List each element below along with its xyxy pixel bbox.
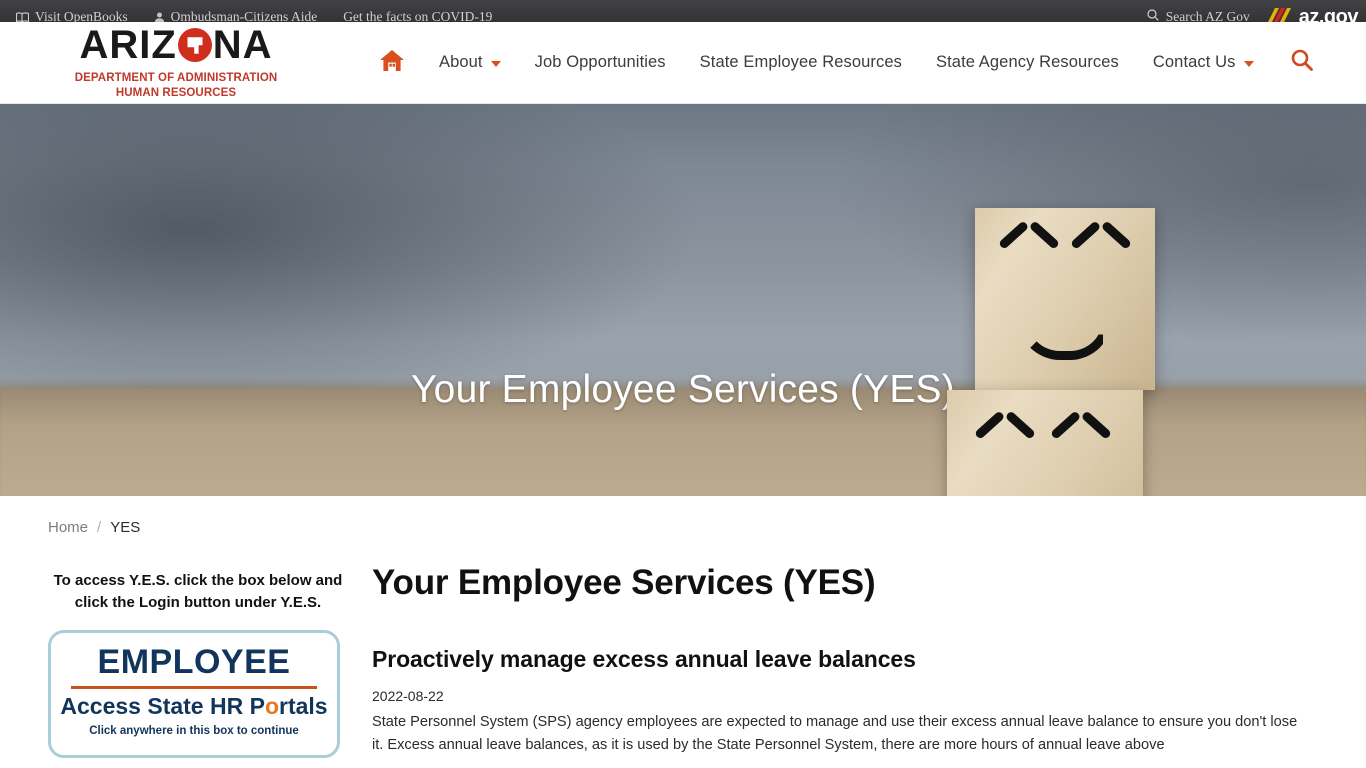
portal-subtitle-post: rtals (279, 692, 328, 719)
breadcrumb-separator: / (97, 518, 102, 536)
utility-top-bar: Visit OpenBooks Ombudsman-Citizens Aide … (0, 0, 1366, 22)
breadcrumb-home-link[interactable]: Home (48, 519, 88, 536)
portal-subtitle-accent: o (264, 692, 279, 719)
page-content: To access Y.E.S. click the box below and… (0, 558, 1366, 758)
nav-item-label: State Employee Resources (699, 53, 902, 71)
hero-title: Your Employee Services (YES) (411, 368, 955, 411)
main-column: Your Employee Services (YES) Proactively… (348, 558, 1318, 758)
portal-box-hint: Click anywhere in this box to continue (89, 724, 299, 737)
utility-links: Visit OpenBooks Ombudsman-Citizens Aide … (15, 4, 492, 22)
eye-right (1053, 432, 1109, 462)
home-icon (379, 49, 405, 77)
nav-item-state-agency-resources[interactable]: State Agency Resources (919, 53, 1136, 72)
portal-box-divider (71, 685, 317, 689)
az-gov-wordmark: az.gov (1298, 6, 1359, 22)
utility-search-az-gov[interactable]: Search AZ Gov (1147, 9, 1250, 22)
smiley-face-icon (947, 390, 1143, 496)
logo-word-part1: ARIZ (79, 23, 177, 68)
nav-item-state-employee-resources[interactable]: State Employee Resources (683, 53, 919, 72)
eye-left (1001, 242, 1057, 272)
header-search-button[interactable] (1271, 49, 1330, 76)
utility-link-covid[interactable]: Get the facts on COVID-19 (343, 10, 492, 22)
az-gov-logo-link[interactable]: az.gov (1267, 6, 1366, 22)
nav-item-label: Contact Us (1152, 53, 1236, 71)
site-logo[interactable]: ARIZ NA DEPARTMENT OF ADMINISTRATION HUM… (52, 25, 300, 100)
nav-item-label: Job Opportunities (534, 53, 666, 71)
post-heading: Proactively manage excess annual leave b… (372, 646, 916, 672)
post-body: State Personnel System (SPS) agency empl… (372, 714, 1298, 753)
portal-box-title: EMPLOYEE (97, 642, 291, 681)
page-title: Your Employee Services (YES) (372, 563, 876, 602)
utility-link-label: Get the facts on COVID-19 (343, 9, 493, 22)
wooden-block-smiley-bottom (947, 390, 1143, 496)
post-date: 2022-08-22 (372, 688, 444, 704)
breadcrumb-current: YES (110, 518, 141, 536)
logo-wordmark: ARIZ NA (79, 25, 272, 65)
chevron-down-icon (1243, 60, 1254, 67)
portal-subtitle-pre: Access State HR P (60, 692, 265, 719)
arizona-state-shape-icon (177, 28, 212, 63)
nav-item-home[interactable] (362, 49, 422, 77)
utility-search-label: Search AZ Gov (1165, 9, 1250, 22)
logo-word-part2: NA (212, 23, 273, 68)
openbooks-icon (15, 11, 30, 23)
employee-portal-box[interactable]: EMPLOYEE Access State HR Portals Click a… (48, 629, 340, 758)
search-icon (1291, 49, 1313, 76)
utility-link-label: Visit OpenBooks (35, 9, 128, 22)
sidebar: To access Y.E.S. click the box below and… (48, 558, 348, 758)
hero-banner: Your Employee Services (YES) (0, 104, 1366, 496)
nav-item-about[interactable]: About (422, 53, 518, 72)
wooden-block-smiley-top (975, 208, 1155, 390)
utility-link-openbooks[interactable]: Visit OpenBooks (15, 9, 128, 23)
nav-item-label: About (439, 53, 483, 71)
smiley-face-icon (975, 208, 1155, 390)
ombudsman-icon (154, 12, 165, 22)
portal-box-subtitle: Access State HR Portals (60, 692, 328, 719)
utility-link-label: Ombudsman-Citizens Aide (170, 9, 318, 22)
sidebar-access-note: To access Y.E.S. click the box below and… (53, 572, 343, 611)
breadcrumb: Home / YES (0, 496, 1366, 558)
nav-item-job-opportunities[interactable]: Job Opportunities (518, 53, 683, 72)
logo-subtitle-department: DEPARTMENT OF ADMINISTRATION (74, 72, 278, 85)
eye-right (1073, 242, 1129, 272)
eye-left (977, 432, 1033, 462)
search-icon (1147, 9, 1159, 22)
primary-navigation: About Job Opportunities State Employee R… (362, 49, 1330, 77)
utility-link-ombudsman[interactable]: Ombudsman-Citizens Aide (154, 9, 318, 22)
nav-item-contact-us[interactable]: Contact Us (1136, 53, 1271, 72)
az-flag-icon (1267, 6, 1294, 22)
utility-right-group: Search AZ Gov az.gov (1147, 0, 1366, 22)
nav-item-label: State Agency Resources (936, 53, 1119, 71)
site-header: ARIZ NA DEPARTMENT OF ADMINISTRATION HUM… (0, 22, 1366, 104)
chevron-down-icon (490, 60, 501, 67)
smile-mouth (1018, 318, 1112, 360)
logo-subtitle-division: HUMAN RESOURCES (115, 86, 237, 99)
